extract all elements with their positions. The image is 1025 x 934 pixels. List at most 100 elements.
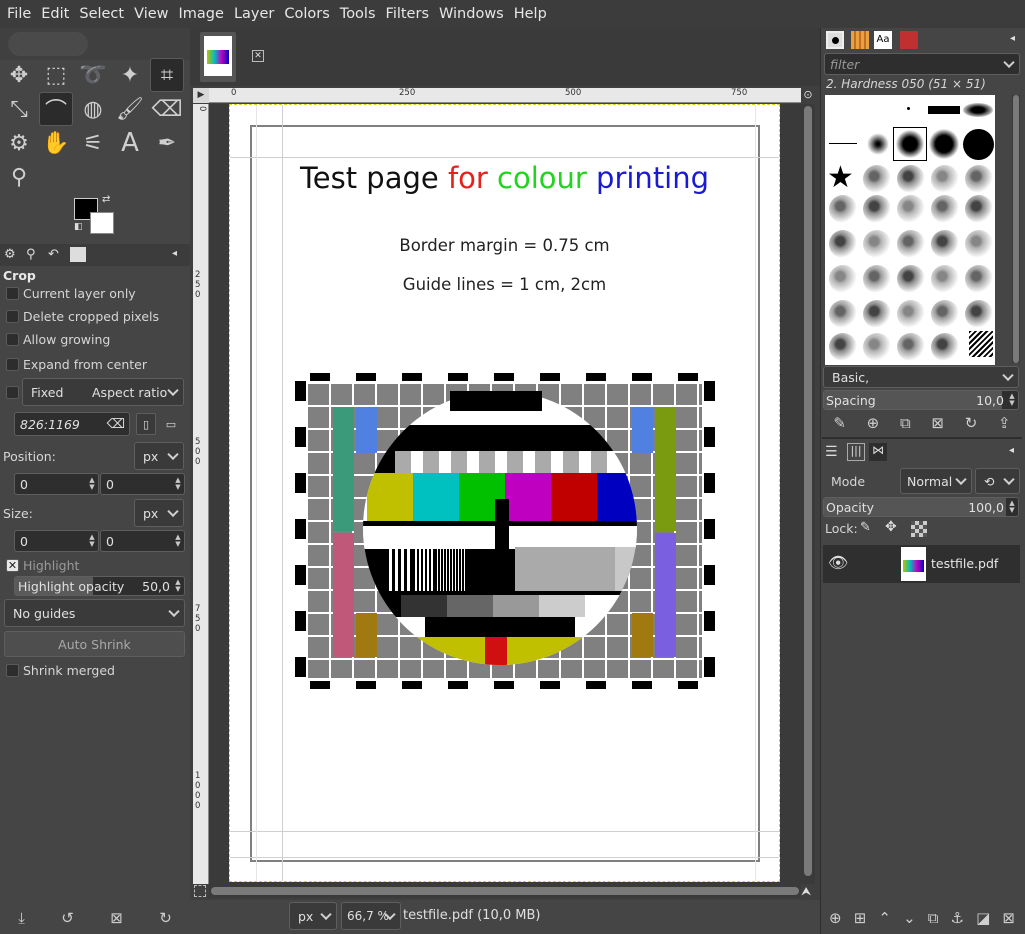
mask-layer-icon[interactable]: ◪	[976, 909, 990, 927]
paths-tab-icon[interactable]: ⋈	[869, 443, 887, 461]
brush-item[interactable]	[897, 195, 925, 223]
tool-options-tab-icon[interactable]: ⚙	[4, 247, 16, 262]
scroll-thumb[interactable]	[804, 106, 812, 876]
brush-item[interactable]	[897, 265, 925, 293]
size-unit-dropdown[interactable]: px	[134, 499, 184, 527]
move-tool-icon[interactable]: ✥	[2, 58, 36, 92]
vertical-scrollbar[interactable]	[801, 104, 815, 884]
lower-layer-icon[interactable]: ⌄	[903, 909, 916, 927]
landscape-icon[interactable]: ▭	[160, 413, 182, 435]
fonts-tab-icon[interactable]: Aa	[874, 31, 892, 49]
dock-menu-icon[interactable]: ◂	[172, 248, 177, 259]
spin-icon[interactable]: ▲ ▼	[174, 477, 182, 491]
brush-item[interactable]	[829, 333, 857, 361]
new-brush-icon[interactable]: ⊕	[867, 414, 880, 432]
zoom-fit-icon[interactable]: ⊙	[801, 88, 815, 103]
brush-item[interactable]	[965, 300, 993, 328]
brush-item[interactable]	[969, 331, 993, 357]
brush-item[interactable]	[931, 300, 959, 328]
menu-windows[interactable]: Windows	[434, 6, 509, 22]
guides-dropdown[interactable]: No guides	[4, 599, 185, 627]
brush-item[interactable]	[931, 165, 959, 193]
brush-scrollbar[interactable]	[1012, 95, 1020, 363]
default-colors-icon[interactable]: ◧	[74, 222, 83, 232]
background-color[interactable]	[90, 212, 114, 234]
menu-image[interactable]: Image	[174, 6, 229, 22]
brush-filter-input[interactable]: filter	[824, 53, 1020, 75]
position-y-input[interactable]: 0 ▲ ▼	[100, 473, 185, 495]
brush-item[interactable]	[863, 333, 891, 361]
spin-icon[interactable]: ▲ ▼	[88, 477, 96, 491]
paths-icon[interactable]: ⚟	[76, 126, 110, 160]
visibility-eye-icon[interactable]: 👁	[828, 553, 848, 572]
document-history-tab-icon[interactable]	[900, 31, 918, 49]
paintbrush-icon[interactable]: 🖌	[113, 92, 147, 126]
horizontal-ruler[interactable]: 0 250 500 750	[209, 88, 801, 103]
clear-icon[interactable]: ⌫	[107, 417, 125, 432]
color-picker-icon[interactable]: ✒	[150, 126, 184, 160]
dock-separator[interactable]	[822, 437, 1022, 439]
layers-tab-icon[interactable]: ☰	[825, 444, 838, 460]
vertical-ruler[interactable]: 0 250 500 750 1000	[193, 104, 209, 884]
undo-history-icon[interactable]: ↶	[48, 247, 59, 262]
size-width-input[interactable]: 0 ▲ ▼	[14, 530, 99, 552]
navigate-arrow-icon[interactable]: ⮝	[801, 884, 815, 898]
patterns-tab-icon[interactable]	[851, 31, 869, 49]
spin-icon[interactable]: ▲ ▼	[1008, 500, 1016, 514]
open-brush-icon[interactable]: ⇪	[998, 414, 1011, 432]
brush-item[interactable]	[863, 165, 891, 193]
rect-select-icon[interactable]: ⬚	[39, 58, 73, 92]
new-group-icon[interactable]: ⊞	[854, 909, 867, 927]
delete-cropped-checkbox[interactable]	[6, 310, 19, 323]
lock-pixels-icon[interactable]: ✎	[860, 520, 871, 535]
horizontal-scrollbar[interactable]	[209, 884, 801, 898]
dock-menu-icon[interactable]: ◂	[1010, 33, 1015, 44]
delete-brush-icon[interactable]: ⊠	[931, 414, 944, 432]
delete-options-icon[interactable]: ⊠	[110, 909, 123, 927]
lock-alpha-icon[interactable]	[911, 521, 927, 537]
menu-view[interactable]: View	[129, 6, 173, 22]
star-brush-icon[interactable]: ★	[827, 163, 854, 193]
smudge-icon[interactable]: ✋	[39, 126, 73, 160]
brush-item[interactable]	[897, 333, 925, 361]
spin-icon[interactable]: ▲ ▼	[1008, 393, 1016, 407]
crop-icon[interactable]: ⌗	[150, 58, 184, 92]
brush-item[interactable]	[829, 195, 857, 223]
brush-item[interactable]	[965, 230, 993, 258]
brush-preset-dropdown[interactable]: Basic,	[823, 366, 1019, 388]
raise-layer-icon[interactable]: ⌃	[878, 909, 891, 927]
highlight-checkbox[interactable]: ✕	[6, 559, 19, 572]
scroll-thumb[interactable]	[1013, 95, 1019, 363]
aspect-ratio-input[interactable]: 826:1169 ⌫	[14, 412, 130, 436]
menu-edit[interactable]: Edit	[36, 6, 74, 22]
brush-item[interactable]	[963, 103, 993, 117]
navigate-icon[interactable]	[194, 885, 206, 897]
brush-item[interactable]	[863, 265, 891, 293]
shrink-merged-checkbox[interactable]	[6, 664, 19, 677]
brush-item[interactable]	[965, 165, 993, 193]
brush-item-selected[interactable]	[893, 127, 927, 161]
new-layer-icon[interactable]: ⊕	[829, 909, 842, 927]
menu-colors[interactable]: Colors	[279, 6, 334, 22]
brush-item[interactable]	[897, 230, 925, 258]
position-unit-dropdown[interactable]: px	[134, 442, 184, 470]
brush-item[interactable]	[863, 230, 891, 258]
brush-item[interactable]	[965, 265, 993, 293]
position-x-input[interactable]: 0 ▲ ▼	[14, 473, 99, 495]
layer-opacity-slider[interactable]: Opacity 100,0 ▲ ▼	[823, 497, 1019, 517]
unit-dropdown[interactable]: px	[289, 902, 337, 930]
fixed-checkbox[interactable]	[6, 386, 19, 399]
spin-icon[interactable]: ▲ ▼	[174, 534, 182, 548]
brush-grid[interactable]: ★	[825, 95, 995, 365]
brush-item[interactable]	[931, 195, 959, 223]
anchor-layer-icon[interactable]: ⚓	[951, 909, 964, 927]
fuzzy-select-icon[interactable]: ✦	[113, 58, 147, 92]
brush-item[interactable]	[867, 133, 889, 155]
highlight-opacity-slider[interactable]: Highlight opacity 50,0 ▲ ▼	[14, 576, 185, 596]
edit-brush-icon[interactable]: ✎	[833, 414, 846, 432]
brush-item[interactable]	[907, 107, 910, 110]
brush-item[interactable]	[931, 265, 959, 293]
brush-item[interactable]	[829, 300, 857, 328]
text-tool-icon[interactable]: A	[113, 126, 147, 160]
device-status-icon[interactable]: ⚲	[26, 247, 36, 262]
